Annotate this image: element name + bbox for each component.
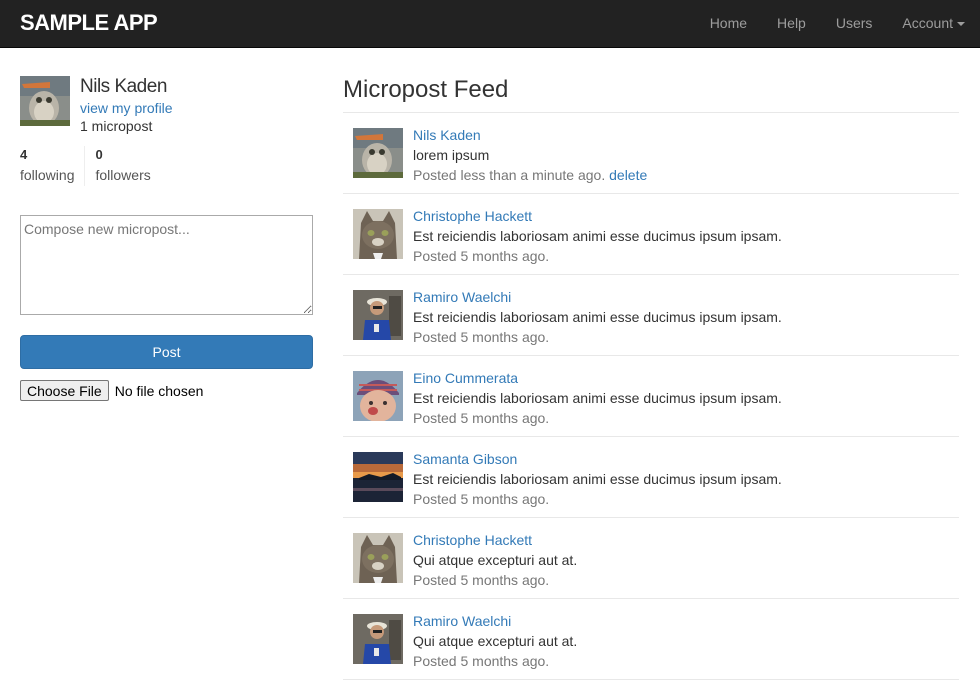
post-timestamp: Posted 5 months ago. — [413, 491, 550, 507]
brand-logo[interactable]: SAMPLE APP — [20, 10, 158, 36]
following-stat[interactable]: 4 following — [20, 146, 84, 186]
feed-item: Nils Kaden lorem ipsum Posted less than … — [343, 113, 959, 194]
caret-down-icon — [957, 22, 965, 27]
post-content: Qui atque excepturi aut at. — [413, 633, 578, 649]
nav-menu: Home Help Users Account — [695, 0, 980, 48]
feed-item: Christophe Hackett Qui atque excepturi a… — [343, 518, 959, 599]
post-user-link[interactable]: Ramiro Waelchi — [413, 611, 511, 631]
post-time-text: Posted less than a minute ago. — [413, 167, 606, 183]
post-content: Est reiciendis laboriosam animi esse duc… — [413, 228, 782, 244]
micropost-count: 1 micropost — [80, 118, 153, 134]
user-info: Nils Kaden view my profile 1 micropost — [20, 76, 313, 136]
post-timestamp: Posted 5 months ago. — [413, 653, 550, 669]
feed-item: Ramiro Waelchi Est reiciendis laboriosam… — [343, 275, 959, 356]
nav-help[interactable]: Help — [762, 0, 821, 48]
nav-users[interactable]: Users — [821, 0, 888, 48]
delete-post-link[interactable]: delete — [609, 167, 647, 183]
compose-micropost-input[interactable] — [20, 215, 313, 315]
post-avatar[interactable] — [353, 371, 403, 421]
nav-account-dropdown[interactable]: Account — [887, 0, 980, 48]
post-timestamp: Posted less than a minute ago. delete — [413, 165, 647, 185]
post-avatar[interactable] — [353, 209, 403, 259]
post-content: Est reiciendis laboriosam animi esse duc… — [413, 309, 782, 325]
file-status: No file chosen — [114, 382, 204, 399]
followers-stat[interactable]: 0 followers — [84, 146, 160, 186]
post-avatar[interactable] — [353, 614, 403, 664]
post-user-link[interactable]: Christophe Hackett — [413, 206, 532, 226]
feed-item: Christophe Hackett Est reiciendis labori… — [343, 194, 959, 275]
feed-item: Samanta Gibson Est reiciendis laboriosam… — [343, 437, 959, 518]
navbar: SAMPLE APP Home Help Users Account — [0, 0, 980, 48]
post-timestamp: Posted 5 months ago. — [413, 572, 550, 588]
feed-item: Ramiro Waelchi Qui atque excepturi aut a… — [343, 599, 959, 680]
feed-item: Eino Cummerata Est reiciendis laboriosam… — [343, 356, 959, 437]
following-count: 4 — [20, 147, 28, 162]
followers-label: followers — [95, 167, 151, 183]
view-profile-link[interactable]: view my profile — [80, 100, 173, 116]
user-avatar[interactable] — [20, 76, 70, 126]
post-avatar[interactable] — [353, 128, 403, 178]
post-content: lorem ipsum — [413, 147, 490, 163]
sidebar: Nils Kaden view my profile 1 micropost 4… — [20, 76, 313, 401]
following-label: following — [20, 167, 75, 183]
followers-count: 0 — [95, 147, 103, 162]
feed-title: Micropost Feed — [343, 70, 959, 113]
nav-home[interactable]: Home — [695, 0, 762, 48]
post-avatar[interactable] — [353, 452, 403, 502]
post-user-link[interactable]: Ramiro Waelchi — [413, 287, 511, 307]
post-timestamp: Posted 5 months ago. — [413, 248, 550, 264]
post-avatar[interactable] — [353, 533, 403, 583]
post-content: Est reiciendis laboriosam animi esse duc… — [413, 390, 782, 406]
post-user-link[interactable]: Nils Kaden — [413, 125, 481, 145]
post-user-link[interactable]: Samanta Gibson — [413, 449, 517, 469]
user-name: Nils Kaden — [80, 76, 167, 97]
post-content: Est reiciendis laboriosam animi esse duc… — [413, 471, 782, 487]
post-content: Qui atque excepturi aut at. — [413, 552, 578, 568]
post-user-link[interactable]: Christophe Hackett — [413, 530, 532, 550]
micropost-feed: Micropost Feed Nils Kaden lorem ipsum Po… — [343, 70, 959, 680]
post-timestamp: Posted 5 months ago. — [413, 410, 550, 426]
post-user-link[interactable]: Eino Cummerata — [413, 368, 518, 388]
post-timestamp: Posted 5 months ago. — [413, 329, 550, 345]
file-upload: Choose File No file chosen — [20, 380, 203, 401]
post-button[interactable]: Post — [20, 335, 313, 369]
choose-file-button[interactable]: Choose File — [20, 380, 109, 401]
nav-account-label: Account — [902, 15, 953, 31]
user-stats: 4 following 0 followers — [20, 146, 161, 186]
post-avatar[interactable] — [353, 290, 403, 340]
